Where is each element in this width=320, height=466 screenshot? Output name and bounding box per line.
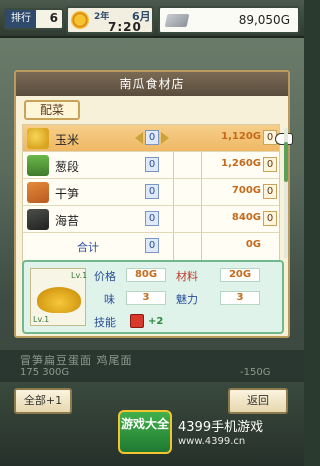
material-label: 材料 bbox=[176, 270, 198, 283]
all-plus-one-button[interactable]: 全部+1 bbox=[14, 388, 72, 414]
skill-label: 技能 bbox=[94, 316, 116, 329]
item-price: 1,120G bbox=[221, 131, 261, 142]
item-price: 700G bbox=[231, 185, 261, 196]
rank-value: 6 bbox=[49, 11, 58, 25]
item-quantity: 0 bbox=[145, 130, 159, 145]
item-name: 干笋 bbox=[55, 187, 80, 201]
dialog-title: 南瓜食材店 bbox=[16, 72, 288, 96]
decrease-arrow-icon[interactable] bbox=[135, 132, 143, 144]
tab-side-dish[interactable]: 配菜 bbox=[24, 100, 80, 120]
total-row: 合计 0 0G bbox=[23, 233, 279, 260]
price-label: 价格 bbox=[94, 270, 116, 283]
list-item-nori[interactable]: 海苔 0 840G 0 bbox=[23, 206, 279, 233]
material-value: 20G bbox=[220, 268, 260, 282]
ingredient-list: 玉米 0 1,120G 0 葱段 0 1,260G 0 干笋 0 700G 0 bbox=[22, 124, 293, 263]
money-value: 89,050G bbox=[238, 13, 290, 27]
background-text-1: 冒笋扁豆蛋面 鸡尾面 bbox=[20, 354, 133, 367]
charm-value: 3 bbox=[220, 291, 260, 305]
watermark-logo: 游戏大全 bbox=[118, 410, 172, 454]
price-value: 80G bbox=[126, 268, 166, 282]
clock-time: 7:20 bbox=[108, 20, 142, 34]
date-year: 2年 bbox=[94, 12, 110, 22]
bamboo-shoot-icon bbox=[27, 182, 49, 203]
charm-label: 魅力 bbox=[176, 293, 198, 306]
item-stock: 0 bbox=[263, 157, 277, 172]
item-price: 1,260G bbox=[221, 158, 261, 169]
rank-button[interactable]: 排行 6 bbox=[4, 8, 64, 30]
item-name: 海苔 bbox=[55, 214, 80, 228]
skill-value: +2 bbox=[148, 316, 164, 327]
item-quantity: 0 bbox=[145, 211, 159, 226]
date-display: 2年 6月 7:20 bbox=[66, 6, 154, 34]
level-badge: Lv.1 bbox=[33, 315, 50, 324]
item-name: 葱段 bbox=[55, 160, 80, 174]
background-text-3: -150G bbox=[240, 367, 271, 378]
list-item-corn[interactable]: 玉米 0 1,120G 0 bbox=[23, 125, 293, 152]
sun-icon bbox=[71, 11, 89, 29]
money-display: 89,050G bbox=[158, 6, 300, 34]
corn-pile-icon bbox=[37, 287, 81, 313]
shop-dialog: 南瓜食材店 配菜 玉米 0 1,120G 0 葱段 0 1,260G 0 干笋 bbox=[14, 70, 293, 338]
leek-icon bbox=[27, 155, 49, 176]
taste-value: 3 bbox=[126, 291, 166, 305]
list-item-leek[interactable]: 葱段 0 1,260G 0 bbox=[23, 152, 279, 179]
ingredient-preview: Lv.1 Lv.1 bbox=[30, 268, 88, 326]
item-quantity: 0 bbox=[145, 184, 159, 199]
back-button[interactable]: 返回 bbox=[228, 388, 288, 414]
item-stock: 0 bbox=[263, 184, 277, 199]
watermark-name: 4399手机游戏 bbox=[178, 420, 264, 435]
bottom-bar: 全部+1 返回 游戏大全 4399手机游戏 www.4399.cn bbox=[0, 382, 304, 466]
rank-label: 排行 bbox=[6, 10, 36, 28]
list-item-bamboo-shoot[interactable]: 干笋 0 700G 0 bbox=[23, 179, 279, 206]
nori-icon bbox=[27, 209, 49, 230]
item-name: 玉米 bbox=[55, 133, 80, 147]
taste-label: 味 bbox=[104, 293, 115, 306]
total-price: 0G bbox=[245, 239, 261, 250]
status-bar: 排行 6 2年 6月 7:20 89,050G bbox=[0, 0, 304, 38]
skill-icon bbox=[130, 314, 144, 328]
background-text-2: 175 300G bbox=[20, 367, 70, 378]
watermark-url: www.4399.cn bbox=[178, 436, 246, 447]
item-quantity: 0 bbox=[145, 157, 159, 172]
corn-icon bbox=[27, 128, 49, 149]
level-badge: Lv.1 bbox=[71, 271, 88, 280]
item-stock: 0 bbox=[263, 211, 277, 226]
total-quantity: 0 bbox=[145, 238, 159, 253]
increase-arrow-icon[interactable] bbox=[161, 132, 169, 144]
silver-bar-icon bbox=[164, 14, 190, 27]
scrollbar-thumb[interactable] bbox=[284, 142, 288, 182]
total-label: 合计 bbox=[77, 241, 99, 254]
ingredient-detail-panel: Lv.1 Lv.1 价格 80G 材料 20G 味 3 魅力 3 技能 +2 bbox=[22, 260, 284, 334]
item-price: 840G bbox=[231, 212, 261, 223]
